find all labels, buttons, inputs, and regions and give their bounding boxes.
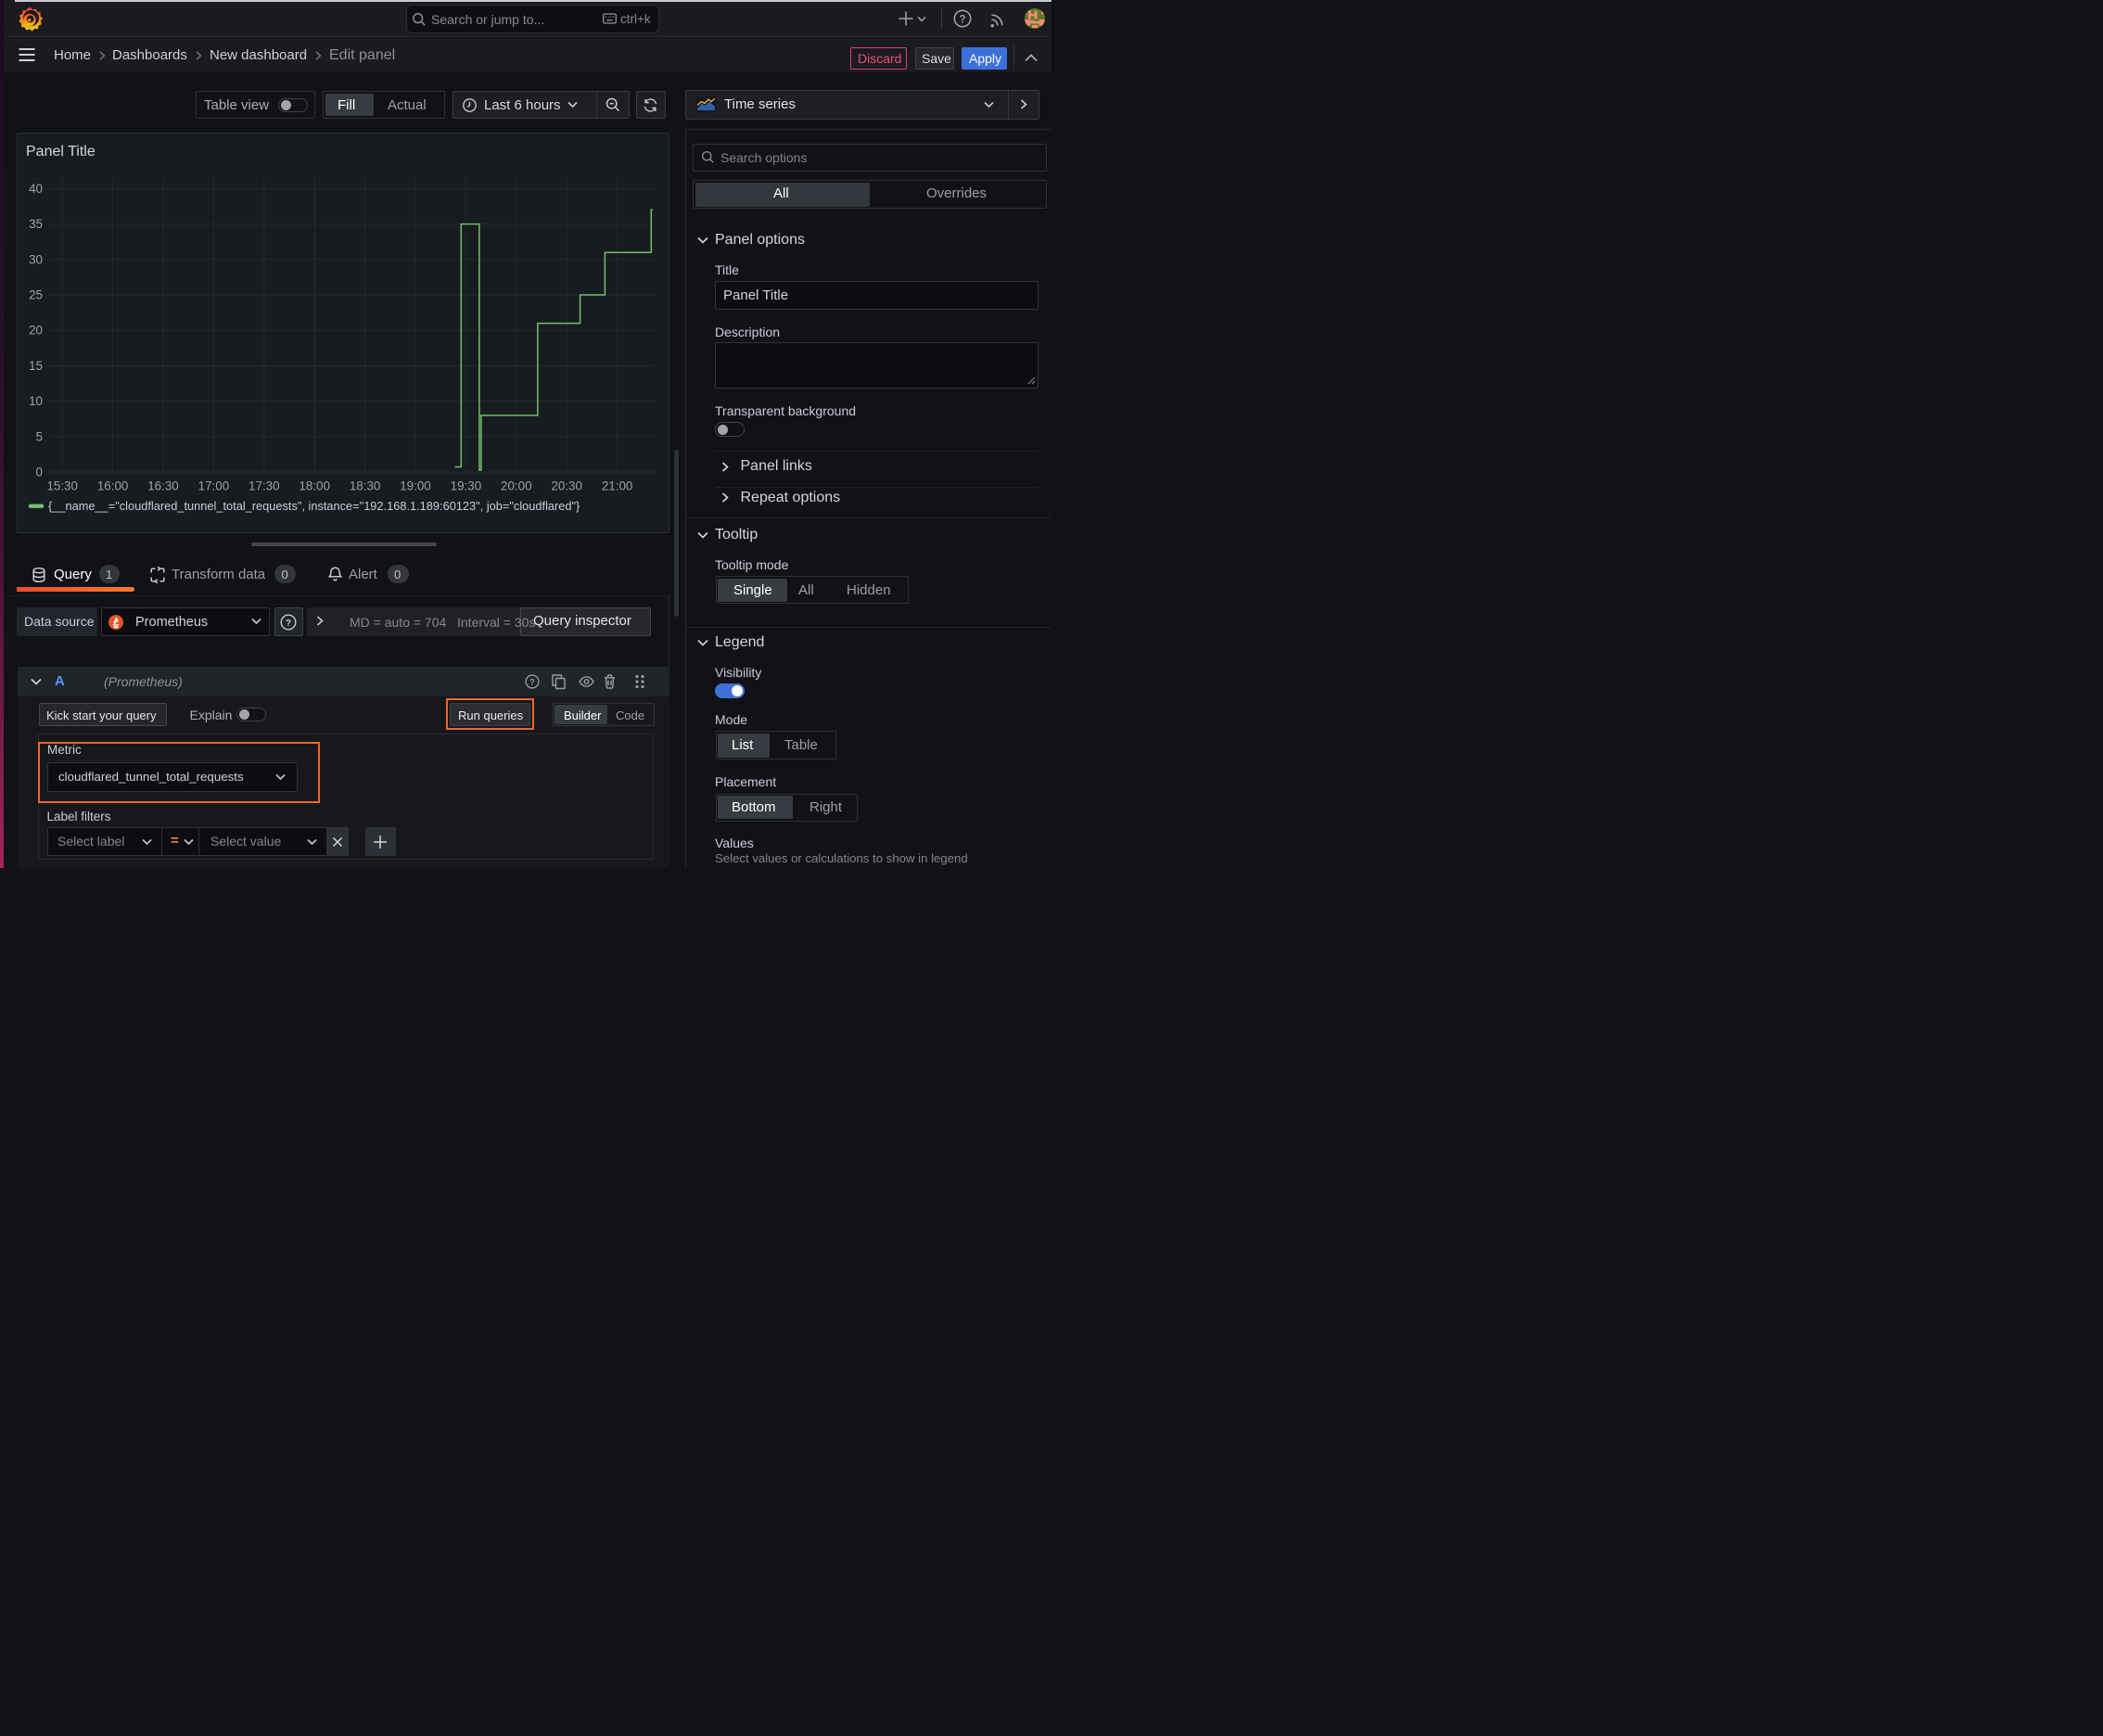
svg-text:16:00: 16:00 (96, 479, 128, 492)
svg-text:20:00: 20:00 (501, 479, 532, 492)
svg-text:5: 5 (35, 429, 42, 443)
svg-text:18:30: 18:30 (349, 479, 380, 492)
svg-text:17:30: 17:30 (249, 479, 280, 492)
svg-text:40: 40 (29, 181, 43, 195)
svg-text:19:30: 19:30 (450, 479, 481, 492)
svg-text:16:30: 16:30 (147, 479, 179, 492)
svg-text:25: 25 (29, 287, 43, 301)
svg-text:21:00: 21:00 (601, 479, 632, 492)
svg-text:?: ? (959, 14, 965, 25)
svg-text:20: 20 (29, 323, 43, 337)
svg-text:Panel Title: Panel Title (26, 144, 96, 160)
svg-text:0: 0 (35, 465, 42, 479)
svg-text:18:00: 18:00 (299, 479, 330, 492)
svg-text:30: 30 (29, 252, 43, 266)
svg-text:?: ? (529, 677, 534, 686)
svg-text:20:30: 20:30 (551, 479, 582, 492)
svg-text:15: 15 (29, 358, 43, 372)
svg-text:15:30: 15:30 (46, 479, 78, 492)
svg-text:35: 35 (29, 217, 43, 231)
svg-text:10: 10 (29, 394, 43, 408)
svg-text:19:00: 19:00 (400, 479, 431, 492)
svg-text:?: ? (286, 618, 291, 628)
svg-text:{__name__="cloudflared_tunnel_: {__name__="cloudflared_tunnel_total_requ… (48, 499, 580, 513)
svg-text:17:00: 17:00 (198, 479, 229, 492)
